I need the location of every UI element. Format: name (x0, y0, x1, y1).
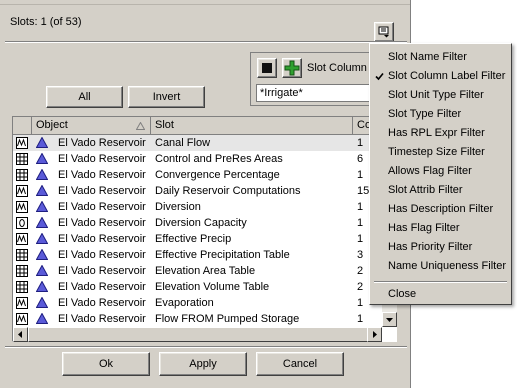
menu-item[interactable]: Name Uniqueness Filter (371, 257, 510, 276)
object-cell: El Vado Reservoir (58, 217, 146, 229)
add-filter-button[interactable] (282, 58, 302, 78)
sort-ascending-icon (136, 122, 145, 130)
filter-menu-icon (378, 26, 389, 38)
scroll-left-button[interactable] (13, 327, 28, 342)
slot-cell: Canal Flow (155, 137, 211, 149)
slot-cell: Flow FROM Pumped Storage (155, 313, 300, 325)
reservoir-icon (36, 313, 49, 327)
stop-icon (262, 63, 272, 73)
filter-type-menu: Slot Name Filter Slot Column Label Filter… (369, 43, 512, 305)
slot-table: Object Slot Co El Vado Reservoir Canal Fl… (12, 116, 397, 342)
slot-cell: Effective Precipitation Table (155, 249, 290, 261)
object-column-label: Object (36, 119, 68, 131)
slot-cell: Diversion Capacity (155, 217, 247, 229)
menu-item-label: Has RPL Expr Filter (388, 127, 485, 139)
arrow-down-icon (386, 318, 393, 322)
invert-button[interactable]: Invert (128, 86, 205, 108)
object-cell: El Vado Reservoir (58, 233, 146, 245)
object-cell: El Vado Reservoir (58, 137, 146, 149)
apply-button[interactable]: Apply (159, 352, 247, 376)
table-row[interactable]: El Vado Reservoir Convergence Percentage 1 (13, 167, 382, 183)
cancel-button[interactable]: Cancel (256, 352, 344, 376)
menu-item[interactable]: Slot Attrib Filter (371, 181, 510, 200)
table-row[interactable]: El Vado Reservoir Diversion 1 (13, 199, 382, 215)
table-row[interactable]: El Vado Reservoir Daily Reservoir Computa… (13, 183, 382, 199)
menu-item-label: Slot Column Label Filter (388, 70, 506, 82)
table-row[interactable]: El Vado Reservoir Elevation Area Table 2 (13, 263, 382, 279)
slots-count-label: Slots: 1 (of 53) (10, 16, 82, 28)
menu-item[interactable]: Has Flag Filter (371, 219, 510, 238)
menu-divider (374, 281, 507, 283)
scroll-down-button[interactable] (382, 312, 397, 327)
menu-item[interactable]: Allows Flag Filter (371, 162, 510, 181)
menu-item[interactable]: Has RPL Expr Filter (371, 124, 510, 143)
slot-selection-dialog: Slots: 1 (of 53) Slot Column La *Irrigat… (0, 0, 411, 388)
object-cell: El Vado Reservoir (58, 201, 146, 213)
horizontal-scrollbar[interactable] (13, 327, 382, 342)
menu-item[interactable]: Has Description Filter (371, 200, 510, 219)
slot-column-label: Slot (155, 119, 174, 131)
filter-menu-button[interactable] (374, 22, 394, 42)
menu-item-label: Allows Flag Filter (388, 165, 472, 177)
slot-cell: Effective Precip (155, 233, 232, 245)
menu-item-label: Slot Type Filter (388, 108, 462, 120)
arrow-right-icon (373, 331, 377, 338)
menu-item-label: Name Uniqueness Filter (388, 260, 506, 272)
menu-item[interactable]: Slot Type Filter (371, 105, 510, 124)
table-row[interactable]: El Vado Reservoir Elevation Volume Table 2 (13, 279, 382, 295)
slot-cell: Elevation Area Table (155, 265, 256, 277)
menu-item-label: Has Description Filter (388, 203, 494, 215)
table-row[interactable]: El Vado Reservoir Effective Precipitation… (13, 247, 382, 263)
menu-item[interactable]: Slot Column Label Filter (371, 67, 510, 86)
plus-icon (284, 60, 300, 76)
divider (5, 346, 407, 348)
remove-filter-button[interactable] (257, 58, 277, 78)
menu-item-close[interactable]: Close (371, 285, 510, 304)
arrow-left-icon (18, 331, 22, 338)
top-divider (0, 0, 410, 5)
menu-item-label: Slot Attrib Filter (388, 184, 463, 196)
menu-item[interactable]: Slot Name Filter (371, 48, 510, 67)
table-row[interactable]: El Vado Reservoir Canal Flow 1 (13, 135, 382, 151)
table-row[interactable]: El Vado Reservoir Evaporation 1 (13, 295, 382, 311)
checkmark-icon (375, 67, 384, 88)
type-column-header[interactable] (13, 117, 32, 135)
table-row[interactable]: El Vado Reservoir Control and PreRes Area… (13, 151, 382, 167)
table-row[interactable]: El Vado Reservoir Flow FROM Pumped Storag… (13, 311, 382, 327)
ok-button[interactable]: Ok (62, 352, 150, 376)
object-cell: El Vado Reservoir (58, 249, 146, 261)
menu-item[interactable]: Has Priority Filter (371, 238, 510, 257)
slot-cell: Elevation Volume Table (155, 281, 270, 293)
object-cell: El Vado Reservoir (58, 153, 146, 165)
menu-item-label: Slot Name Filter (388, 51, 467, 63)
series-icon (16, 313, 29, 327)
slot-cell: Daily Reservoir Computations (155, 185, 301, 197)
menu-item-label: Timestep Size Filter (388, 146, 485, 158)
all-button[interactable]: All (46, 86, 123, 108)
menu-item[interactable]: Slot Unit Type Filter (371, 86, 510, 105)
slot-cell: Control and PreRes Areas (155, 153, 283, 165)
menu-item[interactable]: Timestep Size Filter (371, 143, 510, 162)
horizontal-scroll-thumb[interactable] (28, 327, 368, 342)
object-cell: El Vado Reservoir (58, 169, 146, 181)
slot-column-header[interactable]: Slot (151, 117, 353, 135)
object-cell: El Vado Reservoir (58, 297, 146, 309)
object-column-header[interactable]: Object (32, 117, 151, 135)
object-cell: El Vado Reservoir (58, 185, 146, 197)
menu-item-label: Has Flag Filter (388, 222, 460, 234)
slot-cell: Diversion (155, 201, 201, 213)
slot-cell: Convergence Percentage (155, 169, 280, 181)
object-cell: El Vado Reservoir (58, 313, 146, 325)
scroll-right-button[interactable] (367, 327, 382, 342)
menu-item-label: Has Priority Filter (388, 241, 473, 253)
slot-cell: Evaporation (155, 297, 214, 309)
table-row[interactable]: El Vado Reservoir Diversion Capacity 1 (13, 215, 382, 231)
object-cell: El Vado Reservoir (58, 265, 146, 277)
object-cell: El Vado Reservoir (58, 281, 146, 293)
table-row[interactable]: El Vado Reservoir Effective Precip 1 (13, 231, 382, 247)
count-cell: 1 (357, 313, 364, 325)
table-body: El Vado Reservoir Canal Flow 1 El Vado Rese… (13, 135, 382, 327)
divider (5, 41, 407, 43)
menu-item-label: Slot Unit Type Filter (388, 89, 484, 101)
